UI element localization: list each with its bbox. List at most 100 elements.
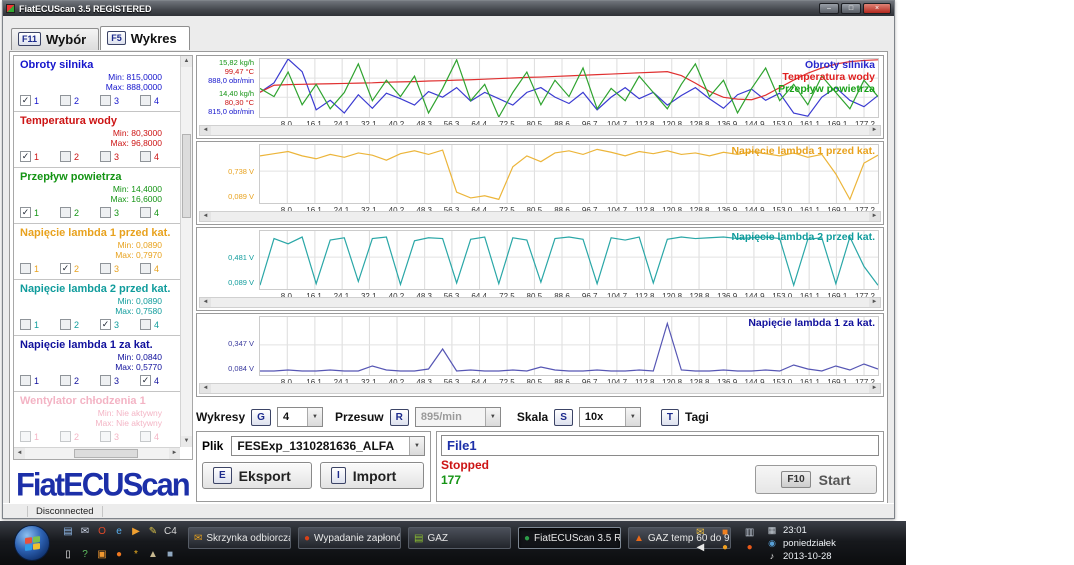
task-button[interactable]: ✉Skrzynka odbiorcza ... — [188, 527, 291, 549]
scroll-left-icon[interactable]: ◄ — [200, 384, 211, 393]
sidebar-vertical-scrollbar[interactable]: ▲ ▼ — [180, 56, 192, 447]
quicklaunch-icon-13[interactable]: ▲ — [147, 548, 159, 561]
channel-checkbox-3[interactable] — [100, 263, 111, 274]
chevron-down-icon[interactable]: ▼ — [484, 408, 500, 426]
scroll-down-icon[interactable]: ▼ — [181, 436, 192, 447]
channel-checkbox-2[interactable]: ✓ — [60, 263, 71, 274]
close-button[interactable]: × — [863, 3, 891, 14]
scroll-right-icon[interactable]: ► — [869, 298, 880, 307]
titlebar[interactable]: FiatECUScan 3.5 REGISTERED – □ × — [3, 1, 894, 16]
volume-icon[interactable]: ♪ — [766, 550, 778, 563]
channel-checkbox-1[interactable]: ✓ — [20, 151, 31, 162]
scrollbar-thumb[interactable] — [74, 449, 138, 458]
import-button[interactable]: I Import — [320, 462, 424, 489]
quicklaunch-icon-8[interactable]: ▯ — [62, 548, 74, 561]
channel-checkbox-1[interactable]: ✓ — [20, 207, 31, 218]
maximize-button[interactable]: □ — [841, 3, 861, 14]
clock-area[interactable]: ▦ 23:01 ◉ poniedziałek ♪ 2013-10-28 — [766, 524, 902, 563]
task-button[interactable]: ●FiatECUScan 3.5 RE... — [518, 527, 621, 549]
quicklaunch-icon-1[interactable]: ▤ — [62, 525, 74, 538]
scroll-right-icon[interactable]: ► — [869, 126, 880, 135]
eksport-button[interactable]: E Eksport — [202, 462, 312, 489]
channel-checkbox-4[interactable] — [140, 95, 151, 106]
scroll-right-icon[interactable]: ► — [869, 212, 880, 221]
signal-minmax: Min: 14,4000 Max: 16,6000 — [110, 184, 162, 204]
scroll-up-icon[interactable]: ▲ — [181, 56, 192, 67]
przesuw-dropdown[interactable]: 895/min ▼ — [414, 407, 501, 427]
tray-app-icon[interactable]: ▦ — [766, 524, 778, 537]
r-key-button[interactable]: R — [389, 408, 409, 426]
tray-icon-3[interactable]: ▥ — [745, 527, 754, 539]
quicklaunch-icon-3[interactable]: O — [96, 525, 108, 538]
start-button[interactable]: F10 Start — [755, 465, 877, 494]
channel-checkbox-3[interactable]: ✓ — [100, 319, 111, 330]
quicklaunch-icon-6[interactable]: ✎ — [147, 525, 159, 538]
s-key-button[interactable]: S — [554, 408, 573, 426]
quicklaunch-icon-2[interactable]: ✉ — [79, 525, 91, 538]
network-icon[interactable]: ◉ — [766, 537, 778, 550]
scroll-left-icon[interactable]: ◄ — [200, 126, 211, 135]
minimize-button[interactable]: – — [819, 3, 839, 14]
channel-checkbox-2[interactable] — [60, 375, 71, 386]
channel-checkbox-1[interactable] — [20, 431, 31, 442]
task-button[interactable]: ● Wypadanie zapłonó... — [298, 527, 401, 549]
channel-checkbox-2[interactable] — [60, 95, 71, 106]
quicklaunch-icon-9[interactable]: ? — [79, 548, 91, 561]
chevron-down-icon[interactable]: ▼ — [306, 408, 322, 426]
channel-checkbox-4[interactable]: ✓ — [140, 375, 151, 386]
channel-checkbox-4[interactable] — [140, 319, 151, 330]
tray-icon-2[interactable]: ■ — [722, 527, 728, 539]
tray-icon-1[interactable]: ✉ — [696, 527, 704, 539]
scroll-right-icon[interactable]: ► — [869, 384, 880, 393]
quicklaunch-icon-14[interactable]: ■ — [164, 548, 176, 561]
scroll-left-icon[interactable]: ◄ — [200, 298, 211, 307]
chevron-down-icon[interactable]: ▼ — [624, 408, 640, 426]
scrollbar-thumb[interactable] — [182, 134, 191, 218]
channel-checkbox-3[interactable] — [100, 431, 111, 442]
channel-checkbox-1[interactable] — [20, 263, 31, 274]
channel-checkbox-1[interactable] — [20, 375, 31, 386]
chart-horizontal-scrollbar[interactable]: ◄ ► — [199, 383, 881, 394]
scroll-left-icon[interactable]: ◄ — [200, 212, 211, 221]
scroll-left-icon[interactable]: ◄ — [14, 448, 25, 459]
g-key-button[interactable]: G — [251, 408, 271, 426]
channel-checkbox-4[interactable] — [140, 151, 151, 162]
wykresy-dropdown[interactable]: 4 ▼ — [276, 407, 323, 427]
channel-checkbox-3[interactable] — [100, 95, 111, 106]
quicklaunch-icon-12[interactable]: * — [130, 548, 142, 561]
tab-wybor[interactable]: F11 Wybór — [11, 28, 100, 50]
tray-icon-5[interactable]: ● — [722, 542, 728, 554]
quicklaunch-icon-5[interactable]: ▶ — [130, 525, 142, 538]
channel-checkbox-3[interactable] — [100, 207, 111, 218]
channel-checkbox-2[interactable] — [60, 151, 71, 162]
tray-icon-6[interactable]: ● — [747, 542, 753, 554]
quicklaunch-icon-10[interactable]: ▣ — [96, 548, 108, 561]
task-button[interactable]: ▤ GAZ — [408, 527, 511, 549]
channel-checkbox-2[interactable] — [60, 207, 71, 218]
sidebar-horizontal-scrollbar[interactable]: ◄ ► — [14, 447, 180, 459]
skala-dropdown[interactable]: 10x ▼ — [578, 407, 641, 427]
channel-checkbox-2[interactable] — [60, 431, 71, 442]
tray-icon-4[interactable]: ◀ — [696, 542, 704, 554]
channel-checkbox-3[interactable] — [100, 151, 111, 162]
channel-checkbox-4[interactable] — [140, 207, 151, 218]
scroll-right-icon[interactable]: ► — [169, 448, 180, 459]
tab-wykres[interactable]: F5 Wykres — [100, 26, 190, 50]
chart-horizontal-scrollbar[interactable]: ◄ ► — [199, 297, 881, 308]
channel-checkbox-3[interactable] — [100, 375, 111, 386]
chevron-down-icon[interactable]: ▼ — [409, 437, 424, 455]
t-key-button[interactable]: T — [660, 408, 679, 426]
quicklaunch-icon-4[interactable]: e — [113, 525, 125, 538]
channel-checkbox-1[interactable] — [20, 319, 31, 330]
quicklaunch-icon-11[interactable]: ● — [113, 548, 125, 561]
quicklaunch-icon-7[interactable]: C4 — [164, 525, 177, 538]
channel-checkbox-1[interactable]: ✓ — [20, 95, 31, 106]
plik-dropdown[interactable]: FESExp_1310281636_ALFA ▼ — [231, 436, 425, 456]
channel-checkbox-4[interactable] — [140, 431, 151, 442]
file-name-field[interactable]: File1 — [441, 435, 879, 456]
start-menu-button[interactable] — [14, 525, 50, 561]
channel-checkbox-2[interactable] — [60, 319, 71, 330]
chart-horizontal-scrollbar[interactable]: ◄ ► — [199, 211, 881, 222]
chart-horizontal-scrollbar[interactable]: ◄ ► — [199, 125, 881, 136]
channel-checkbox-4[interactable] — [140, 263, 151, 274]
